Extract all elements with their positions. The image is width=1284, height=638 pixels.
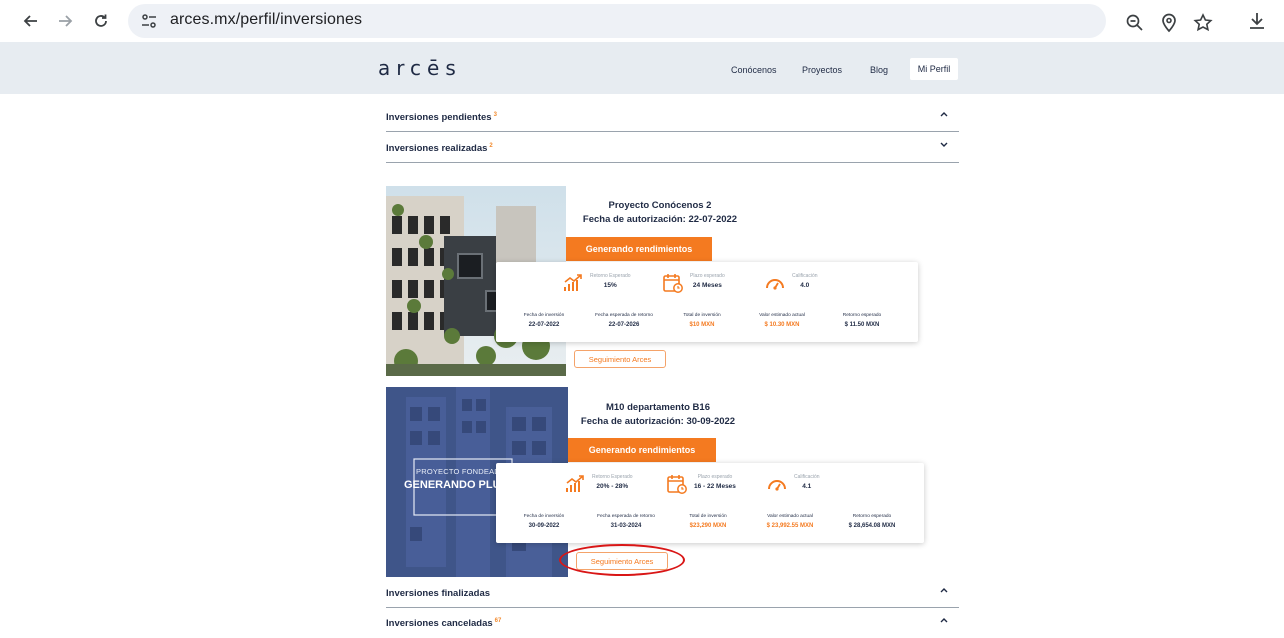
section-cancelled-label: Inversiones canceladas — [386, 618, 493, 630]
project-1-details-panel: Retorno Esperado 15% Plazo esperado 24 Mes… — [496, 262, 918, 342]
nav-conocenos[interactable]: Conócenos — [731, 65, 777, 75]
nav-proyectos[interactable]: Proyectos — [802, 65, 842, 75]
back-icon[interactable] — [18, 8, 44, 34]
project-2-metric-term: Plazo esperado 16 - 22 Meses — [666, 473, 736, 495]
location-icon[interactable] — [1158, 12, 1180, 34]
project-1-metric-rating: Calificación 4.0 — [764, 272, 818, 294]
project-2-total-investment: Total de inversión $23,290 MXN — [689, 514, 727, 529]
project-2-metric-rating: Calificación 4.1 — [766, 473, 820, 495]
gauge-icon — [766, 279, 784, 290]
project-2-title: M10 departamento B16 Fecha de autorizaci… — [518, 401, 798, 429]
site-settings-icon[interactable] — [140, 12, 158, 30]
project-1-current-value: Valor estimado actual $ 10.30 MXN — [759, 313, 805, 328]
chevron-up-icon[interactable] — [939, 109, 949, 119]
mi-perfil-button[interactable]: Mi Perfil — [910, 58, 958, 80]
project-1-total-investment: Total de inversión $10 MXN — [683, 313, 721, 328]
download-icon[interactable] — [1246, 10, 1268, 32]
section-pending-count: 3 — [493, 112, 497, 118]
forward-icon[interactable] — [52, 8, 78, 34]
section-pending-label: Inversiones pendientes — [386, 112, 492, 124]
project-1-expected-return-date: Fecha esperada de retorno 22-07-2026 — [595, 313, 653, 328]
project-1-investment-date: Fecha de inversión 22-07-2022 — [523, 313, 565, 328]
project-1-metric-term: Plazo esperado 24 Meses — [662, 272, 725, 294]
section-realized-label: Inversiones realizadas — [386, 143, 488, 155]
project-2-expected-return: Retorno esperado $ 28,654.08 MXN — [848, 514, 896, 529]
highlight-ellipse — [559, 544, 685, 576]
project-2-details-panel: Retorno Esperado 20% - 28% Plazo esperado… — [496, 463, 924, 543]
section-finished-label: Inversiones finalizadas — [386, 588, 491, 599]
section-realized[interactable]: Inversiones realizadas 2 — [386, 133, 959, 163]
project-1-authorization: Fecha de autorización: 22-07-2022 — [582, 214, 738, 225]
bookmark-star-icon[interactable] — [1192, 12, 1214, 34]
arces-logo[interactable]: arcēs — [378, 56, 462, 80]
zoom-icon[interactable] — [1124, 12, 1146, 34]
project-2-metric-return: Retorno Esperado 20% - 28% — [564, 473, 633, 495]
section-pending[interactable]: Inversiones pendientes 3 — [386, 102, 959, 132]
project-1-follow-button[interactable]: Seguimiento Arces — [574, 350, 666, 368]
calendar-clock-icon — [667, 475, 687, 494]
chart-growth-icon — [564, 274, 582, 291]
chart-growth-icon — [566, 475, 584, 492]
section-finished[interactable]: Inversiones finalizadas — [386, 578, 959, 608]
project-2-investment-date: Fecha de inversión 30-09-2022 — [523, 514, 565, 529]
project-2-name: M10 departamento B16 — [605, 402, 710, 413]
project-1-title: Proyecto Conócenos 2 Fecha de autorizaci… — [530, 199, 790, 227]
chevron-up-icon[interactable] — [939, 615, 949, 625]
project-1-metric-return: Retorno Esperado 15% — [562, 272, 631, 294]
gauge-icon — [768, 480, 786, 491]
address-bar[interactable]: arces.mx/perfil/inversiones — [128, 4, 1213, 38]
url-text: arces.mx/perfil/inversiones — [170, 11, 363, 28]
section-cancelled-count: 67 — [494, 618, 502, 624]
chevron-up-icon[interactable] — [939, 585, 949, 595]
project-2-expected-return-date: Fecha esperada de retorno 31-03-2024 — [597, 514, 655, 529]
project-1-status-badge: Generando rendimientos — [566, 237, 712, 261]
project-2-status-badge: Generando rendimientos — [568, 438, 716, 462]
site-header: arcēs Conócenos Proyectos Blog Mi Perfil — [0, 42, 1284, 94]
project-1-expected-return: Retorno esperado $ 11.50 MXN — [842, 313, 882, 328]
project-2-authorization: Fecha de autorización: 30-09-2022 — [580, 416, 736, 427]
project-1-name: Proyecto Conócenos 2 — [608, 200, 712, 211]
project-2-image-caption-small: PROYECTO FONDEADO — [416, 467, 506, 476]
chevron-down-icon[interactable] — [939, 140, 949, 150]
reload-icon[interactable] — [88, 8, 114, 34]
section-cancelled[interactable]: Inversiones canceladas 67 — [386, 608, 959, 638]
project-2-current-value: Valor estimado actual $ 23,992.55 MXN — [766, 514, 814, 529]
nav-blog[interactable]: Blog — [870, 65, 888, 75]
section-realized-count: 2 — [489, 143, 493, 149]
calendar-clock-icon — [663, 274, 683, 293]
browser-toolbar: arces.mx/perfil/inversiones — [0, 0, 1284, 42]
